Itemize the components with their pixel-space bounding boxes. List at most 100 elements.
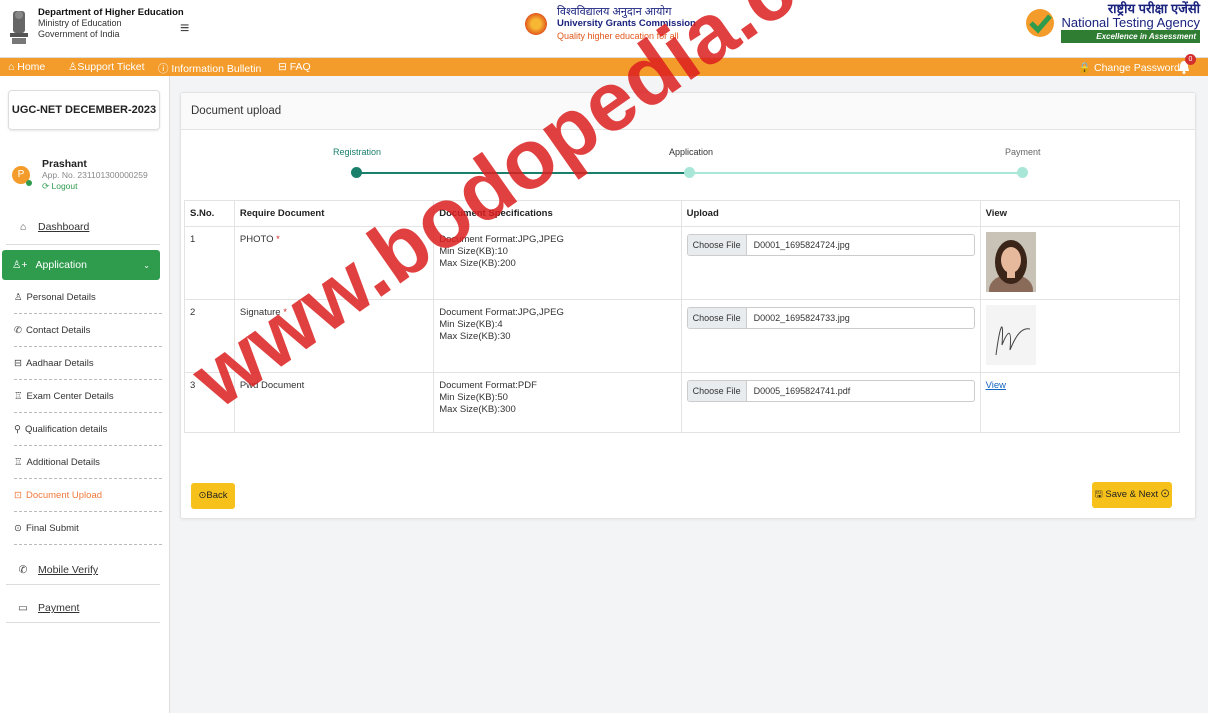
stepper-track-complete bbox=[356, 172, 690, 174]
top-nav-bar: ⌂ Home ♙Support Ticket ⓘ Information Bul… bbox=[0, 54, 1208, 76]
step-payment-dot bbox=[1017, 167, 1028, 178]
sidebar-subitem-label: Document Upload bbox=[25, 489, 103, 501]
row-view bbox=[979, 226, 1181, 306]
back-button[interactable]: ⊙Back bbox=[191, 483, 235, 509]
column-header: Document Specifications bbox=[433, 200, 682, 227]
row-sno: 1 bbox=[184, 226, 235, 300]
step-registration-label: Registration bbox=[333, 147, 382, 157]
phone-icon: ✆ bbox=[18, 564, 28, 576]
online-status-icon bbox=[26, 180, 32, 186]
application-number: App. No. 231101300000259 bbox=[42, 170, 148, 180]
sidebar-item-label: Application bbox=[35, 259, 87, 271]
row-document-name: Signature * bbox=[233, 299, 435, 373]
sidebar-item-mobile-verify[interactable]: ✆ Mobile Verify bbox=[0, 555, 170, 585]
spec-max-size: Max Size(KB):30 bbox=[439, 331, 511, 342]
required-mark: * bbox=[276, 234, 280, 245]
sidebar-subitem-label: Exam Center Details bbox=[26, 390, 114, 402]
sidebar-item-payment[interactable]: ▭ Payment bbox=[0, 593, 170, 623]
column-header: View bbox=[979, 200, 1181, 227]
file-name: D0002_1695824733.jpg bbox=[753, 313, 850, 323]
national-emblem-icon bbox=[10, 11, 28, 44]
table-row: 2 Signature * Document Format:JPG,JPEG M… bbox=[184, 299, 1181, 373]
ministry-name: Ministry of Education bbox=[38, 18, 122, 28]
row-specifications: Document Format:PDF Min Size(KB):50 Max … bbox=[433, 372, 682, 433]
nav-change-password[interactable]: 🔒 Change Password bbox=[1078, 61, 1180, 74]
sidebar-subitem-label: Aadhaar Details bbox=[25, 357, 94, 369]
sidebar: UGC-NET DECEMBER-2023 P Prashant App. No… bbox=[0, 76, 170, 713]
sidebar-subitem-label: Qualification details bbox=[24, 423, 108, 435]
photo-thumbnail[interactable] bbox=[985, 232, 1036, 306]
hamburger-menu-icon[interactable]: ≡ bbox=[180, 20, 189, 38]
sidebar-item-dashboard[interactable]: ⌂ Dashboard bbox=[0, 212, 170, 242]
row-document-name: Pwd Document bbox=[233, 372, 435, 433]
spec-max-size: Max Size(KB):200 bbox=[439, 258, 516, 269]
sidebar-subitem-label: Contact Details bbox=[25, 324, 91, 336]
sidebar-subitem-final-submit[interactable]: ⊙ Final Submit bbox=[14, 512, 162, 545]
row-specifications: Document Format:JPG,JPEG Min Size(KB):4 … bbox=[433, 299, 682, 373]
column-header: S.No. bbox=[184, 200, 235, 227]
user-add-icon: ♙+ bbox=[12, 259, 28, 271]
sidebar-item-application[interactable]: ♙+ Application ⌄ bbox=[2, 250, 160, 280]
government-name: Government of India bbox=[38, 29, 120, 39]
nav-support-ticket[interactable]: ♙Support Ticket bbox=[68, 61, 145, 73]
sidebar-subitem-additional-details[interactable]: ♖ Additional Details bbox=[14, 446, 162, 479]
divider bbox=[6, 622, 160, 623]
choose-file-button[interactable]: Choose File bbox=[687, 381, 747, 401]
spec-min-size: Min Size(KB):4 bbox=[439, 319, 503, 330]
sidebar-subitem-exam-center-details[interactable]: ♖ Exam Center Details bbox=[14, 380, 162, 413]
sidebar-subitem-aadhaar-details[interactable]: ⊟ Aadhaar Details bbox=[14, 347, 162, 380]
spec-max-size: Max Size(KB):300 bbox=[439, 404, 516, 415]
step-application-dot bbox=[684, 167, 695, 178]
sidebar-item-label: Dashboard bbox=[38, 221, 90, 233]
spec-min-size: Min Size(KB):50 bbox=[439, 392, 508, 403]
sidebar-subitem-label: Additional Details bbox=[26, 456, 100, 468]
view-document-link[interactable]: View bbox=[986, 380, 1006, 391]
file-input-pwd-document[interactable]: Choose File D0005_1695824741.pdf bbox=[686, 380, 975, 402]
location-pin-icon: ⚲ bbox=[14, 423, 21, 435]
nta-tagline: Excellence in Assessment bbox=[1061, 30, 1200, 43]
divider bbox=[6, 584, 160, 585]
nta-english-name: National Testing Agency bbox=[1061, 15, 1200, 30]
sidebar-subitem-personal-details[interactable]: ♙ Personal Details bbox=[14, 281, 162, 314]
exam-title: UGC-NET DECEMBER-2023 bbox=[8, 90, 160, 130]
card-icon: ▭ bbox=[18, 602, 28, 614]
home-icon: ⌂ bbox=[19, 221, 27, 233]
sidebar-subitem-qualification-details[interactable]: ⚲ Qualification details bbox=[14, 413, 162, 446]
sidebar-subitem-contact-details[interactable]: ✆ Contact Details bbox=[14, 314, 162, 347]
step-registration-dot bbox=[351, 167, 362, 178]
sidebar-item-label: Mobile Verify bbox=[38, 564, 99, 576]
file-name: D0001_1695824724.jpg bbox=[753, 240, 850, 250]
choose-file-button[interactable]: Choose File bbox=[687, 308, 747, 328]
document-table: S.No. Require Document Document Specific… bbox=[184, 200, 1181, 433]
document-upload-card: Document upload Registration Application… bbox=[180, 92, 1196, 519]
save-next-button[interactable]: 🖫 Save & Next ⊙ bbox=[1092, 482, 1172, 508]
sidebar-item-label: Payment bbox=[38, 602, 80, 614]
file-input-photo[interactable]: Choose File D0001_1695824724.jpg bbox=[686, 234, 975, 256]
phone-icon: ✆ bbox=[14, 324, 22, 336]
logout-link[interactable]: ⟳ Logout bbox=[42, 181, 77, 192]
spec-format: Document Format:JPG,JPEG bbox=[439, 234, 564, 245]
nav-information-bulletin[interactable]: ⓘ Information Bulletin bbox=[158, 61, 261, 76]
nav-faq[interactable]: ⊟ FAQ bbox=[278, 61, 311, 73]
divider bbox=[6, 244, 160, 245]
nav-home[interactable]: ⌂ Home bbox=[8, 61, 45, 73]
sidebar-subitem-label: Final Submit bbox=[25, 522, 79, 534]
id-card-icon: ⊟ bbox=[14, 357, 22, 369]
table-header-row: S.No. Require Document Document Specific… bbox=[184, 200, 1181, 227]
row-upload: Choose File D0005_1695824741.pdf bbox=[680, 372, 981, 433]
file-input-signature[interactable]: Choose File D0002_1695824733.jpg bbox=[686, 307, 975, 329]
nta-check-logo-icon bbox=[1026, 8, 1055, 37]
signature-thumbnail[interactable] bbox=[985, 305, 1036, 365]
award-icon: ♖ bbox=[14, 390, 23, 402]
ugc-english-name: University Grants Commission bbox=[557, 18, 696, 29]
sidebar-subitem-document-upload[interactable]: ⊡ Document Upload bbox=[14, 479, 162, 512]
top-header: Department of Higher Education Ministry … bbox=[0, 0, 1208, 58]
nta-branding: राष्ट्रीय परीक्षा एजेंसी National Testin… bbox=[1025, 2, 1200, 43]
row-sno: 2 bbox=[184, 299, 235, 373]
spec-format: Document Format:JPG,JPEG bbox=[439, 307, 564, 318]
column-header: Upload bbox=[680, 200, 981, 227]
row-document-name: PHOTO * bbox=[233, 226, 435, 300]
row-upload: Choose File D0002_1695824733.jpg bbox=[680, 299, 981, 373]
choose-file-button[interactable]: Choose File bbox=[687, 235, 747, 255]
ugc-hindi-name: विश्वविद्यालय अनुदान आयोग bbox=[557, 6, 672, 18]
